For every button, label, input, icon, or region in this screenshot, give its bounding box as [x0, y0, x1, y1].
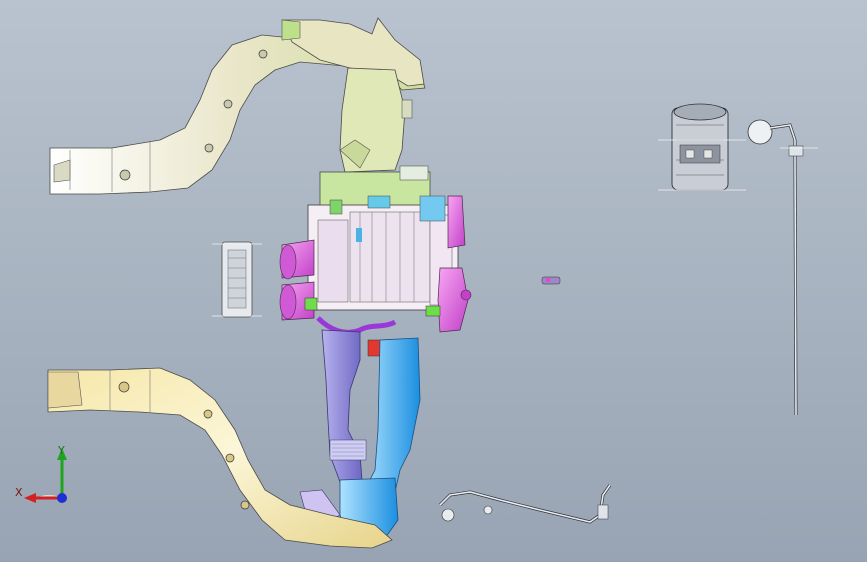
- coordinate-triad: Y X: [15, 444, 67, 503]
- y-axis-label: Y: [57, 444, 65, 457]
- side-module-part[interactable]: [212, 241, 262, 318]
- small-fitting-part[interactable]: [541, 276, 561, 285]
- z-axis-dot: [57, 493, 67, 503]
- x-axis-label: X: [15, 486, 23, 499]
- cad-model-scene[interactable]: Y X: [0, 0, 867, 562]
- x-axis-arrowhead: [24, 493, 36, 503]
- hvac-housing[interactable]: [307, 195, 459, 311]
- refrigerant-pipe-lower[interactable]: [438, 484, 612, 524]
- compressor-part[interactable]: [658, 103, 746, 191]
- 3d-viewport[interactable]: Y X: [0, 0, 867, 562]
- refrigerant-pipe-vertical[interactable]: [747, 119, 818, 416]
